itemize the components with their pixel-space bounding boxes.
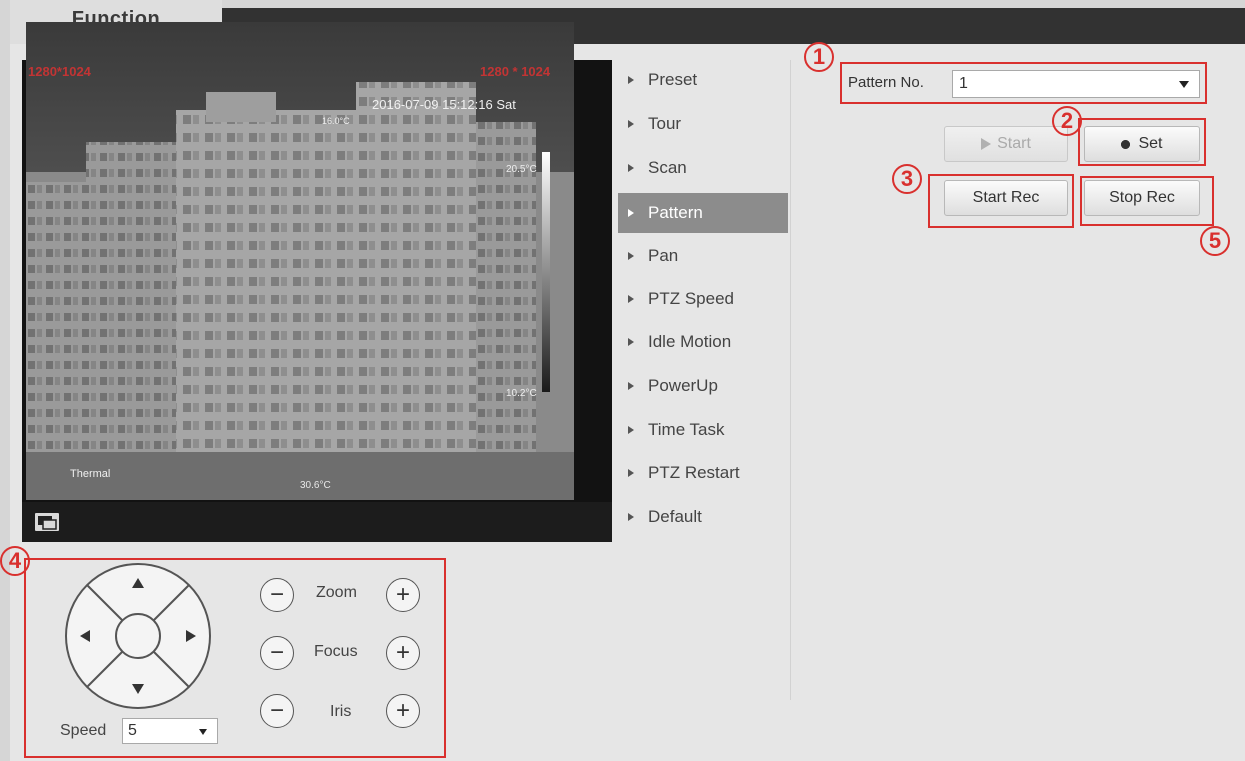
caret-right-icon — [628, 252, 634, 260]
focus-far-button[interactable]: + — [386, 636, 420, 670]
channel-label: Thermal — [70, 468, 111, 480]
start-rec-button[interactable]: Start Rec — [944, 180, 1068, 216]
callout-number-4: 4 — [0, 546, 30, 576]
app-window: Function 1280*1024 1280 * 1024 2016-07-0… — [0, 0, 1245, 761]
set-button[interactable]: Set — [1084, 126, 1200, 162]
callout-number-3: 3 — [892, 164, 922, 194]
thermal-camera-image — [26, 22, 574, 500]
zoom-label: Zoom — [316, 584, 357, 601]
caret-right-icon — [628, 295, 634, 303]
direction-pad[interactable] — [62, 560, 214, 712]
stop-rec-button[interactable]: Stop Rec — [1084, 180, 1200, 216]
scale-top-temp: 20.5°C — [506, 164, 537, 175]
callout-number-1: 1 — [804, 42, 834, 72]
speed-select[interactable]: 5 — [122, 718, 218, 744]
focus-near-button[interactable]: − — [260, 636, 294, 670]
resolution-overlay-right: 1280 * 1024 — [480, 64, 551, 79]
menu-item-pattern[interactable]: Pattern — [618, 193, 788, 233]
play-icon — [981, 138, 992, 150]
callout-number-2: 2 — [1052, 106, 1082, 136]
speed-label: Speed — [60, 722, 107, 739]
menu-item-scan[interactable]: Scan — [618, 148, 788, 188]
start-button[interactable]: Start — [944, 126, 1068, 162]
speed-value: 5 — [128, 722, 137, 739]
pattern-no-select[interactable]: 1 — [952, 70, 1200, 98]
chevron-down-icon — [199, 729, 207, 735]
caret-right-icon — [628, 120, 634, 128]
fullscreen-icon[interactable] — [34, 512, 60, 532]
center-temp-marker: 30.6°C — [300, 480, 331, 491]
menu-item-tour[interactable]: Tour — [618, 104, 788, 144]
caret-right-icon — [628, 209, 634, 217]
zoom-out-button[interactable]: − — [260, 578, 294, 612]
menu-item-pan[interactable]: Pan — [618, 236, 788, 276]
menu-item-ptz-restart[interactable]: PTZ Restart — [618, 453, 788, 493]
gear-icon — [1121, 139, 1131, 149]
menu-item-preset[interactable]: Preset — [618, 60, 788, 100]
caret-right-icon — [628, 513, 634, 521]
zoom-in-button[interactable]: + — [386, 578, 420, 612]
menu-item-ptz-speed[interactable]: PTZ Speed — [618, 279, 788, 319]
caret-right-icon — [628, 382, 634, 390]
focus-label: Focus — [314, 643, 358, 660]
iris-label: Iris — [330, 703, 352, 720]
menu-item-powerup[interactable]: PowerUp — [618, 366, 788, 406]
video-timestamp: 2016-07-09 15:12:16 Sat — [372, 97, 516, 112]
menu-item-time-task[interactable]: Time Task — [618, 410, 788, 450]
panel-divider — [790, 60, 791, 700]
iris-close-button[interactable]: − — [260, 694, 294, 728]
pattern-no-label: Pattern No. — [848, 74, 924, 91]
temp-marker: 16.0°C — [322, 116, 350, 126]
menu-item-default[interactable]: Default — [618, 497, 788, 537]
menu-item-idle-motion[interactable]: Idle Motion — [618, 322, 788, 362]
resolution-overlay-left: 1280*1024 — [28, 64, 91, 79]
chevron-down-icon — [1179, 81, 1189, 88]
video-toolbar — [22, 502, 612, 542]
caret-right-icon — [628, 76, 634, 84]
iris-open-button[interactable]: + — [386, 694, 420, 728]
caret-right-icon — [628, 164, 634, 172]
caret-right-icon — [628, 338, 634, 346]
scale-bottom-temp: 10.2°C — [506, 388, 537, 399]
pattern-no-value: 1 — [959, 75, 968, 92]
callout-number-5: 5 — [1200, 226, 1230, 256]
caret-right-icon — [628, 469, 634, 477]
caret-right-icon — [628, 426, 634, 434]
